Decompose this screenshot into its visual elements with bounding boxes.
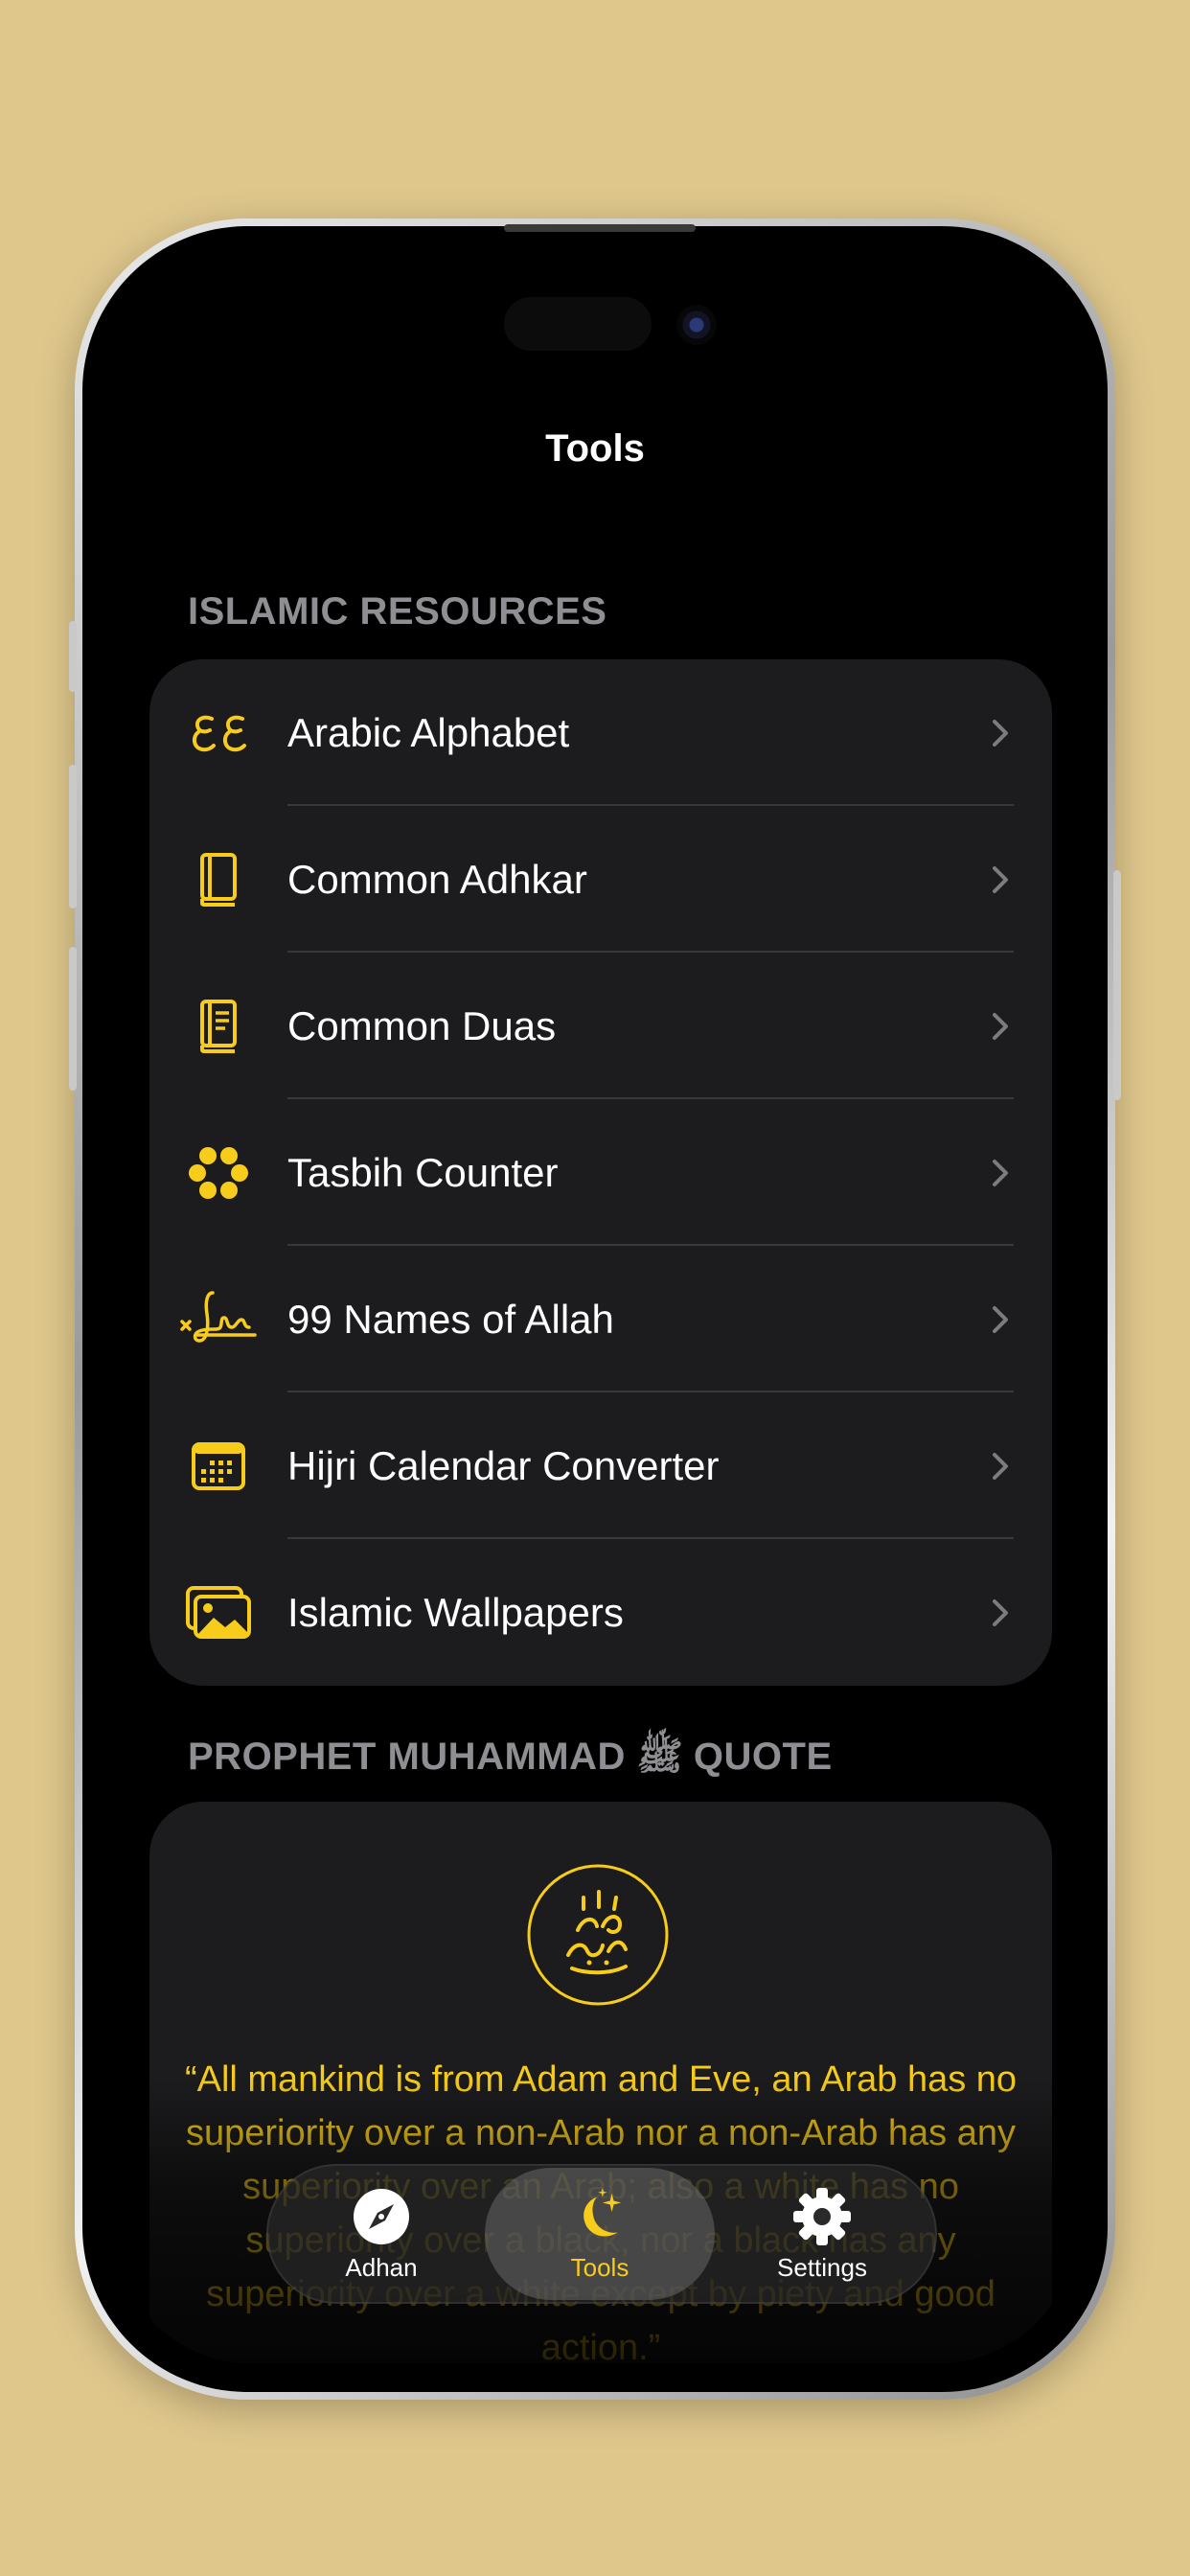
tasbih-beads-icon <box>178 1099 259 1246</box>
chevron-right-icon <box>987 1598 1014 1626</box>
section-header-quote: PROPHET MUHAMMAD ﷺ QUOTE <box>188 1736 833 1778</box>
list-item-tasbih-counter[interactable]: Tasbih Counter <box>149 1099 1052 1246</box>
list-item-islamic-wallpapers[interactable]: Islamic Wallpapers <box>149 1539 1052 1686</box>
list-item-common-adhkar[interactable]: Common Adhkar <box>149 806 1052 953</box>
chevron-right-icon <box>987 1305 1014 1333</box>
volume-down-button <box>69 947 77 1091</box>
photos-icon <box>178 1539 259 1686</box>
chevron-right-icon <box>987 1452 1014 1480</box>
tab-label: Tools <box>570 2252 629 2282</box>
tab-label: Settings <box>777 2252 867 2282</box>
salawat-calligraphy-icon <box>526 1863 670 2007</box>
list-item-arabic-alphabet[interactable]: Arabic Alphabet <box>149 659 1052 806</box>
tab-bar: Adhan Tools Settings <box>266 2164 937 2304</box>
power-button <box>1113 870 1121 1100</box>
compass-icon <box>351 2186 412 2247</box>
chevron-right-icon <box>987 719 1014 747</box>
list-item-99-names[interactable]: 99 Names of Allah <box>149 1246 1052 1392</box>
arabic-letters-icon <box>178 659 259 806</box>
gear-icon <box>791 2186 853 2247</box>
book-icon <box>178 806 259 953</box>
calendar-icon <box>178 1392 259 1539</box>
list-item-label: Tasbih Counter <box>287 1149 559 1195</box>
bezel: Tools ISLAMIC RESOURCES Arabic Alphabet <box>82 224 1108 2392</box>
screen: Tools ISLAMIC RESOURCES Arabic Alphabet <box>111 255 1079 2363</box>
list-item-hijri-calendar[interactable]: Hijri Calendar Converter <box>149 1392 1052 1539</box>
resources-list: Arabic Alphabet Common Adhkar Common Dua… <box>149 659 1052 1686</box>
chevron-right-icon <box>987 865 1014 893</box>
tab-tools[interactable]: Tools <box>485 2168 715 2300</box>
moon-stars-icon <box>569 2186 630 2247</box>
dynamic-island <box>504 297 652 351</box>
list-item-label: 99 Names of Allah <box>287 1296 614 1342</box>
volume-up-button <box>69 765 77 908</box>
phone-frame: Tools ISLAMIC RESOURCES Arabic Alphabet <box>69 218 1121 2400</box>
book-pages-icon <box>178 953 259 1099</box>
chevron-right-icon <box>987 1012 1014 1040</box>
list-item-label: Islamic Wallpapers <box>287 1589 624 1635</box>
tab-label: Adhan <box>345 2252 418 2282</box>
camera-icon <box>676 305 717 345</box>
action-button <box>69 621 77 692</box>
chevron-right-icon <box>987 1159 1014 1186</box>
list-item-common-duas[interactable]: Common Duas <box>149 953 1052 1099</box>
list-item-label: Common Adhkar <box>287 856 587 902</box>
speaker-grille <box>504 224 696 232</box>
page-title: Tools <box>545 427 645 470</box>
section-header-islamic-resources: ISLAMIC RESOURCES <box>188 590 607 632</box>
tab-adhan[interactable]: Adhan <box>295 2164 468 2304</box>
signature-icon <box>178 1246 259 1392</box>
tab-settings[interactable]: Settings <box>736 2164 908 2304</box>
list-item-label: Common Duas <box>287 1002 557 1048</box>
list-item-label: Hijri Calendar Converter <box>287 1442 720 1488</box>
list-item-label: Arabic Alphabet <box>287 709 570 755</box>
